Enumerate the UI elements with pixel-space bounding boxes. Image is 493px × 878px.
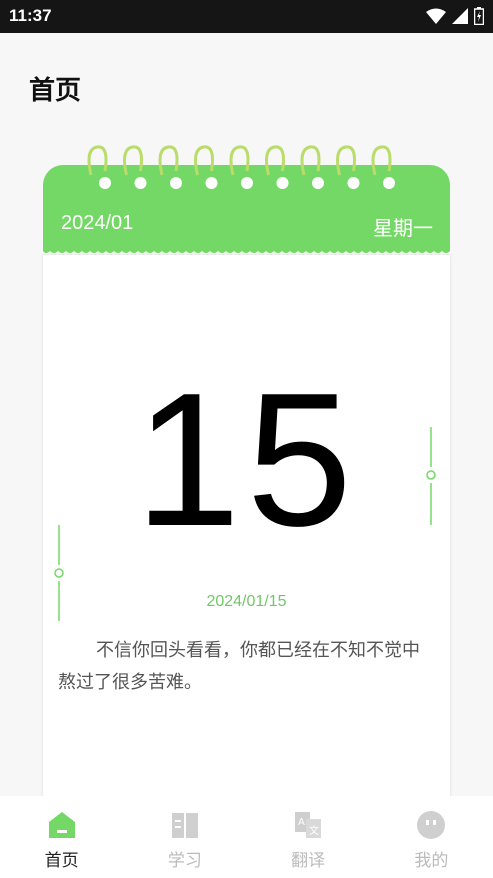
binder-rings xyxy=(87,145,395,189)
calendar-weekday: 星期一 xyxy=(373,216,433,240)
calendar-body: 15 2024/01/15 不信你回头看看，你都已经在不知不觉中熬过了很多苦难。 xyxy=(43,255,450,815)
status-time: 11:37 xyxy=(9,6,52,25)
nav-label-translate: 翻译 xyxy=(291,851,326,871)
nav-label-home: 首页 xyxy=(44,851,79,871)
signal-icon xyxy=(452,8,468,24)
calendar-card: 15 2024/01/15 不信你回头看看，你都已经在不知不觉中熬过了很多苦难。… xyxy=(43,145,450,815)
book-icon xyxy=(171,813,198,838)
page-title: 首页 xyxy=(29,76,82,106)
day-number: 15 xyxy=(134,354,359,566)
torn-edge xyxy=(43,249,450,253)
left-line-decoration xyxy=(54,525,64,621)
profile-icon xyxy=(417,811,446,839)
bottom-nav: 首页 学习 A 文 翻译 我的 xyxy=(0,796,493,878)
full-date: 2024/01/15 xyxy=(206,593,287,610)
daily-quote: 不信你回头看看，你都已经在不知不觉中熬过了很多苦难。 xyxy=(58,640,420,693)
nav-item-profile[interactable]: 我的 xyxy=(370,796,493,878)
status-icons xyxy=(426,7,484,25)
svg-text:A: A xyxy=(298,817,305,828)
nav-item-translate[interactable]: A 文 翻译 xyxy=(247,796,370,878)
battery-icon xyxy=(474,7,484,25)
translate-icon: A 文 xyxy=(295,812,322,838)
calendar-month: 2024/01 xyxy=(61,212,134,234)
nav-label-study: 学习 xyxy=(167,851,202,871)
status-bar: 11:37 xyxy=(0,0,493,33)
wifi-icon xyxy=(426,8,446,24)
nav-item-home[interactable]: 首页 xyxy=(0,796,123,878)
home-icon xyxy=(48,812,75,838)
right-line-decoration xyxy=(426,427,436,525)
nav-label-profile: 我的 xyxy=(414,851,449,871)
svg-text:文: 文 xyxy=(309,824,319,837)
nav-item-study[interactable]: 学习 xyxy=(123,796,246,878)
